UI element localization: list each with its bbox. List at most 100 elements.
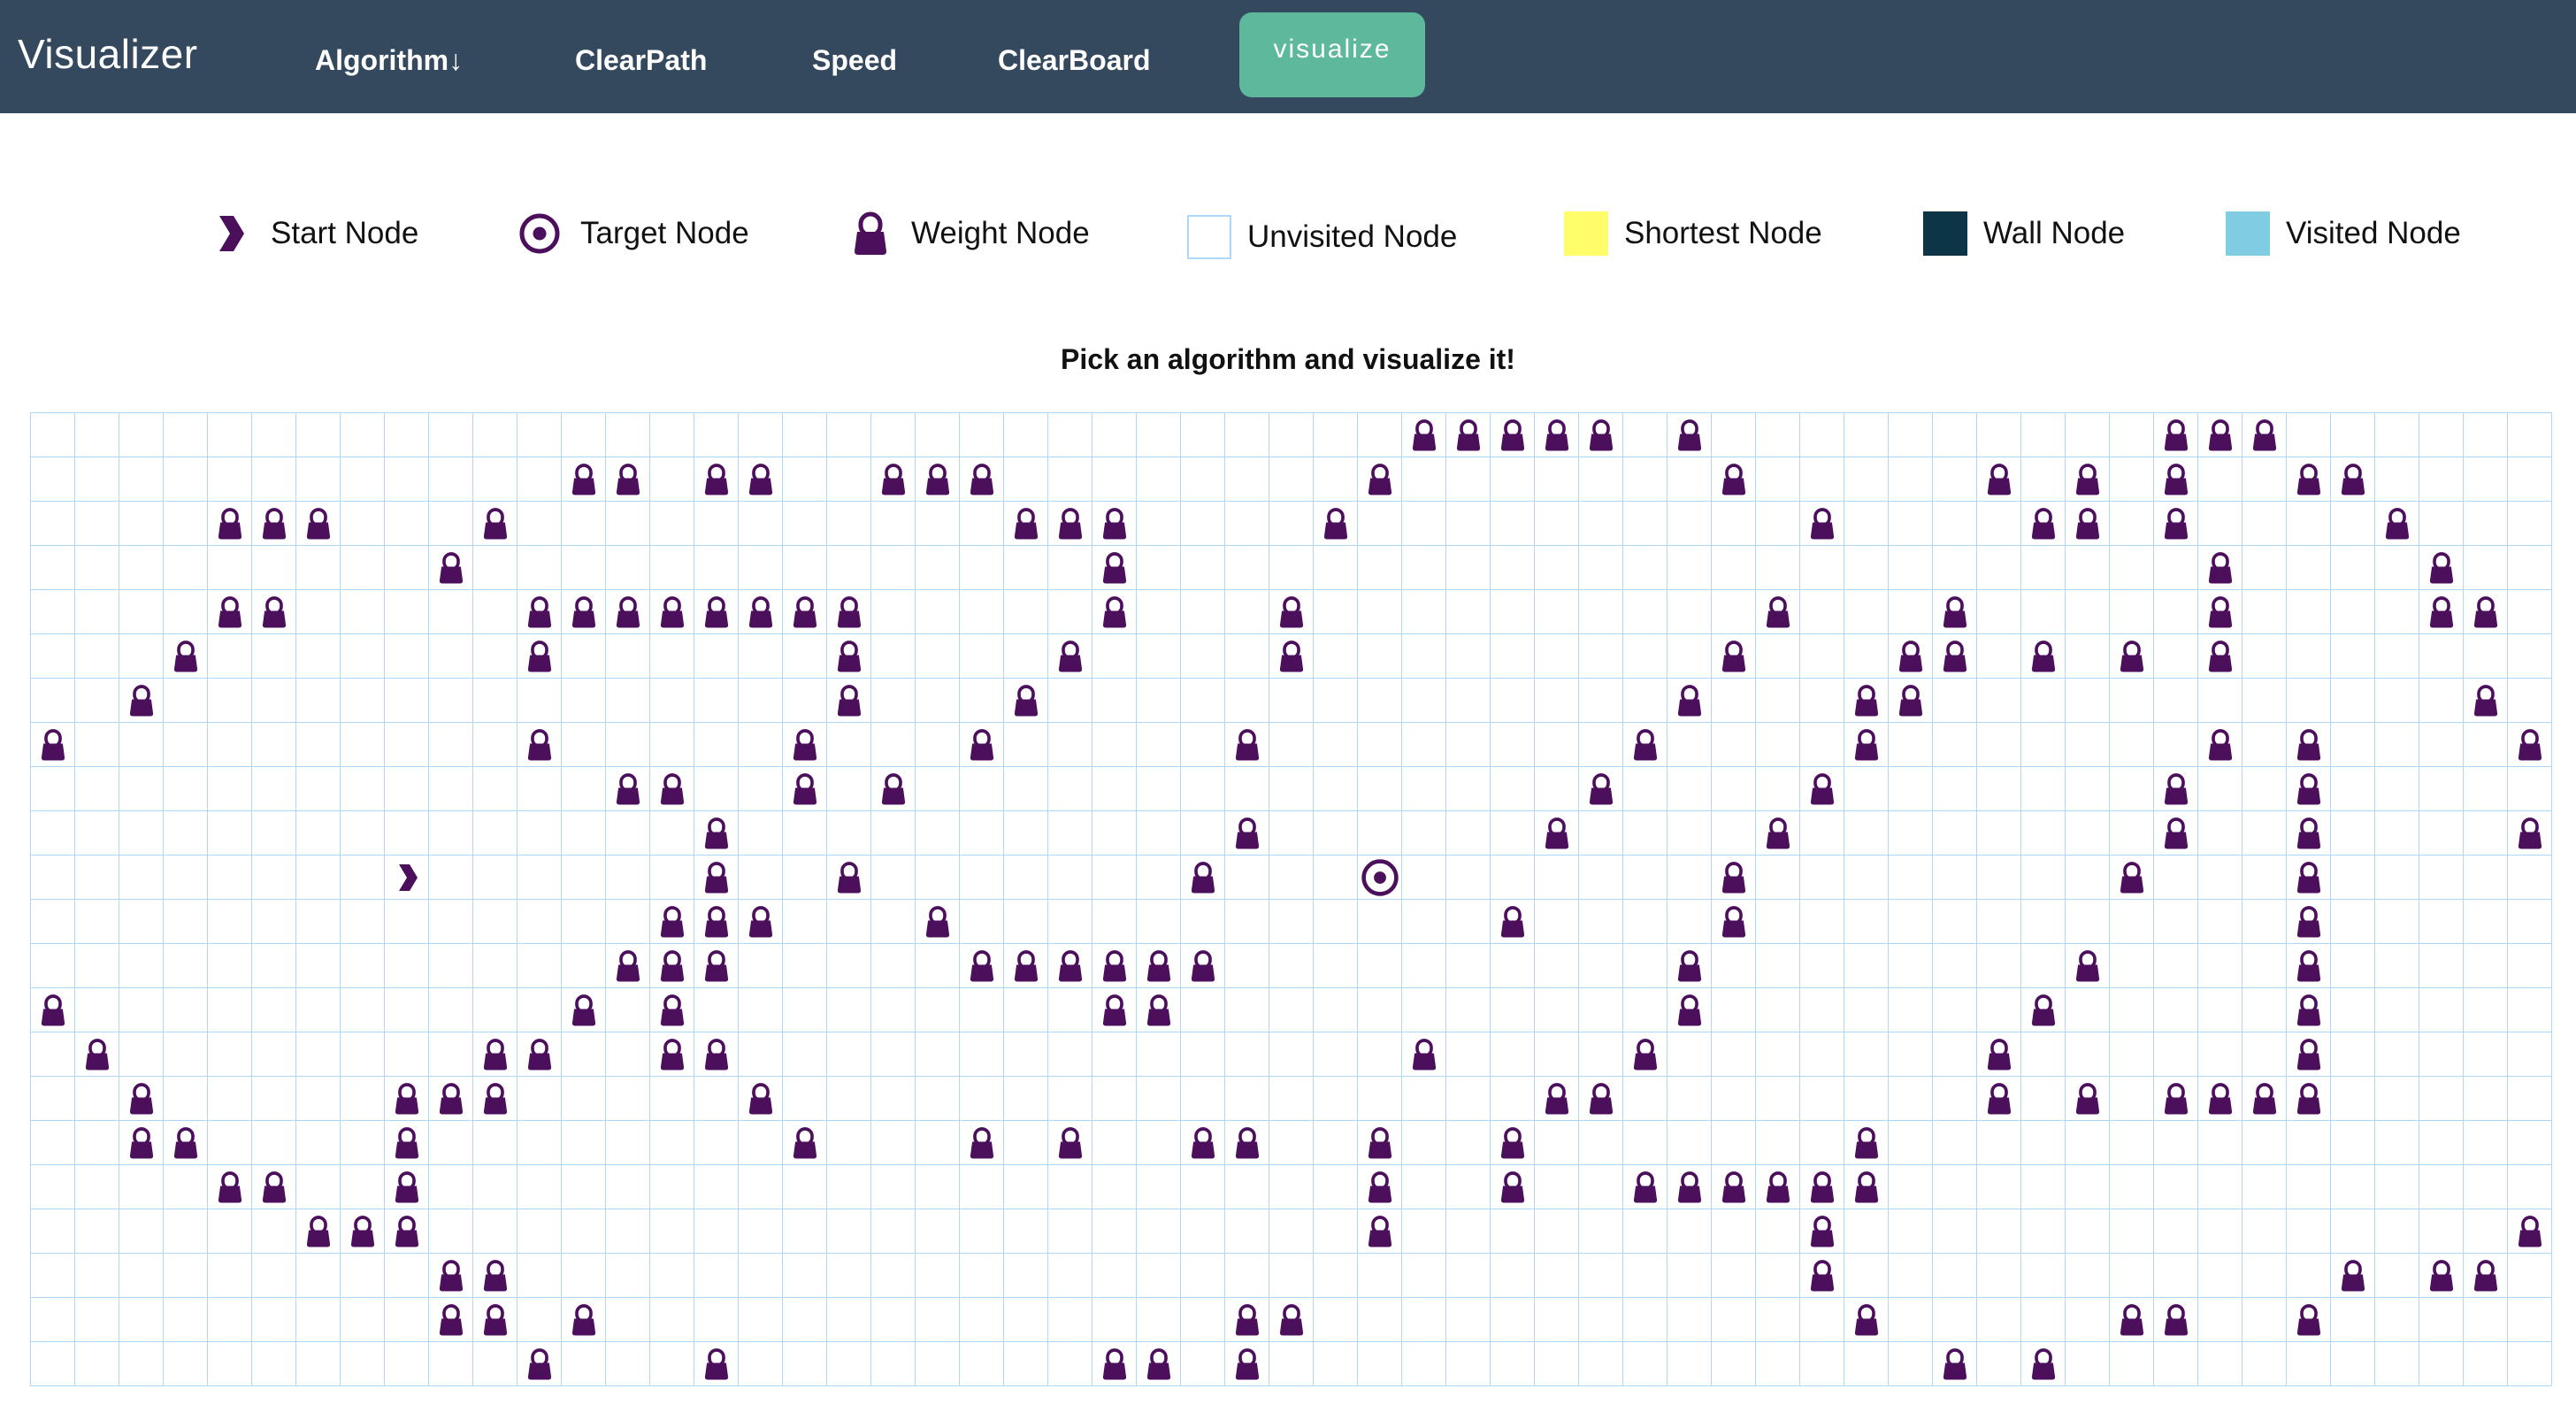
grid-cell[interactable] <box>208 1077 252 1121</box>
weight-node[interactable] <box>2287 856 2331 900</box>
weight-node[interactable] <box>1668 944 1712 988</box>
weight-node[interactable] <box>739 590 783 634</box>
weight-node[interactable] <box>1358 1165 1402 1209</box>
grid-cell[interactable] <box>1712 1121 1756 1165</box>
weight-node[interactable] <box>2287 1298 2331 1342</box>
grid-cell[interactable] <box>1800 988 1844 1032</box>
grid-cell[interactable] <box>606 1121 650 1165</box>
weight-node[interactable] <box>429 1254 473 1298</box>
grid-cell[interactable] <box>1623 1121 1668 1165</box>
grid-cell[interactable] <box>75 767 119 811</box>
grid-cell[interactable] <box>1933 1032 1977 1077</box>
grid-cell[interactable] <box>518 1121 562 1165</box>
grid-cell[interactable] <box>518 988 562 1032</box>
grid-cell[interactable] <box>1225 1254 1269 1298</box>
grid-cell[interactable] <box>1402 767 1446 811</box>
grid-cell[interactable] <box>1535 944 1579 988</box>
grid-cell[interactable] <box>1181 1032 1225 1077</box>
grid-cell[interactable] <box>2198 679 2242 723</box>
grid-cell[interactable] <box>1579 1209 1623 1254</box>
grid-cell[interactable] <box>1446 1254 1491 1298</box>
weight-node[interactable] <box>385 1077 429 1121</box>
grid-cell[interactable] <box>1933 413 1977 457</box>
grid-cell[interactable] <box>2287 590 2331 634</box>
grid-cell[interactable] <box>2154 546 2198 590</box>
grid-cell[interactable] <box>1446 502 1491 546</box>
grid-cell[interactable] <box>1800 1298 1844 1342</box>
grid-cell[interactable] <box>1844 1032 1889 1077</box>
grid-cell[interactable] <box>606 988 650 1032</box>
grid-cell[interactable] <box>1623 634 1668 679</box>
grid-cell[interactable] <box>2375 679 2419 723</box>
grid-cell[interactable] <box>2464 944 2508 988</box>
grid-cell[interactable] <box>1225 900 1269 944</box>
grid-cell[interactable] <box>2287 1254 2331 1298</box>
weight-node[interactable] <box>694 1342 739 1386</box>
grid-cell[interactable] <box>1668 767 1712 811</box>
grid-cell[interactable] <box>1844 413 1889 457</box>
weight-node[interactable] <box>2154 811 2198 856</box>
grid-cell[interactable] <box>2066 634 2110 679</box>
grid-cell[interactable] <box>1092 767 1137 811</box>
grid-cell[interactable] <box>473 546 518 590</box>
grid-cell[interactable] <box>1402 679 1446 723</box>
grid-cell[interactable] <box>1800 1077 1844 1121</box>
grid-cell[interactable] <box>1668 634 1712 679</box>
grid-cell[interactable] <box>2242 944 2287 988</box>
grid-cell[interactable] <box>2021 1077 2066 1121</box>
grid-cell[interactable] <box>2110 590 2154 634</box>
grid-cell[interactable] <box>164 1342 208 1386</box>
weight-node[interactable] <box>2419 546 2464 590</box>
weight-node[interactable] <box>2419 590 2464 634</box>
grid-cell[interactable] <box>1623 1298 1668 1342</box>
grid-cell[interactable] <box>1756 856 1800 900</box>
grid-cell[interactable] <box>1004 1077 1048 1121</box>
grid-cell[interactable] <box>1358 1342 1402 1386</box>
weight-node[interactable] <box>1314 502 1358 546</box>
grid-cell[interactable] <box>385 1032 429 1077</box>
grid-cell[interactable] <box>739 502 783 546</box>
weight-node[interactable] <box>473 1032 518 1077</box>
weight-node[interactable] <box>783 767 827 811</box>
grid-cell[interactable] <box>1048 1342 1092 1386</box>
grid-cell[interactable] <box>2110 1342 2154 1386</box>
grid-cell[interactable] <box>1314 856 1358 900</box>
weight-node[interactable] <box>1092 502 1137 546</box>
grid-cell[interactable] <box>473 1165 518 1209</box>
grid-cell[interactable] <box>694 1077 739 1121</box>
grid-cell[interactable] <box>1314 546 1358 590</box>
weight-node[interactable] <box>31 988 75 1032</box>
grid-cell[interactable] <box>1491 590 1535 634</box>
grid-cell[interactable] <box>1933 1165 1977 1209</box>
nav-speed[interactable]: Speed <box>812 42 897 78</box>
grid-cell[interactable] <box>1844 856 1889 900</box>
grid-cell[interactable] <box>2419 767 2464 811</box>
grid-cell[interactable] <box>1623 811 1668 856</box>
grid-cell[interactable] <box>252 723 296 767</box>
grid-cell[interactable] <box>385 767 429 811</box>
grid-cell[interactable] <box>562 767 606 811</box>
grid-cell[interactable] <box>1668 1298 1712 1342</box>
grid-cell[interactable] <box>1889 1165 1933 1209</box>
grid-cell[interactable] <box>119 590 164 634</box>
grid-cell[interactable] <box>1977 1121 2021 1165</box>
grid-cell[interactable] <box>1048 811 1092 856</box>
grid-cell[interactable] <box>1314 767 1358 811</box>
grid-cell[interactable] <box>827 1121 871 1165</box>
grid-cell[interactable] <box>606 546 650 590</box>
grid-cell[interactable] <box>2419 988 2464 1032</box>
grid-cell[interactable] <box>1623 767 1668 811</box>
grid-cell[interactable] <box>164 1254 208 1298</box>
grid-cell[interactable] <box>252 944 296 988</box>
grid-cell[interactable] <box>2198 900 2242 944</box>
grid-cell[interactable] <box>2154 988 2198 1032</box>
grid-cell[interactable] <box>75 1254 119 1298</box>
grid-cell[interactable] <box>2464 1165 2508 1209</box>
grid-cell[interactable] <box>827 723 871 767</box>
grid-cell[interactable] <box>1491 1298 1535 1342</box>
weight-node[interactable] <box>1668 413 1712 457</box>
grid-cell[interactable] <box>518 1077 562 1121</box>
grid-cell[interactable] <box>783 1032 827 1077</box>
grid-cell[interactable] <box>119 900 164 944</box>
grid-cell[interactable] <box>739 413 783 457</box>
